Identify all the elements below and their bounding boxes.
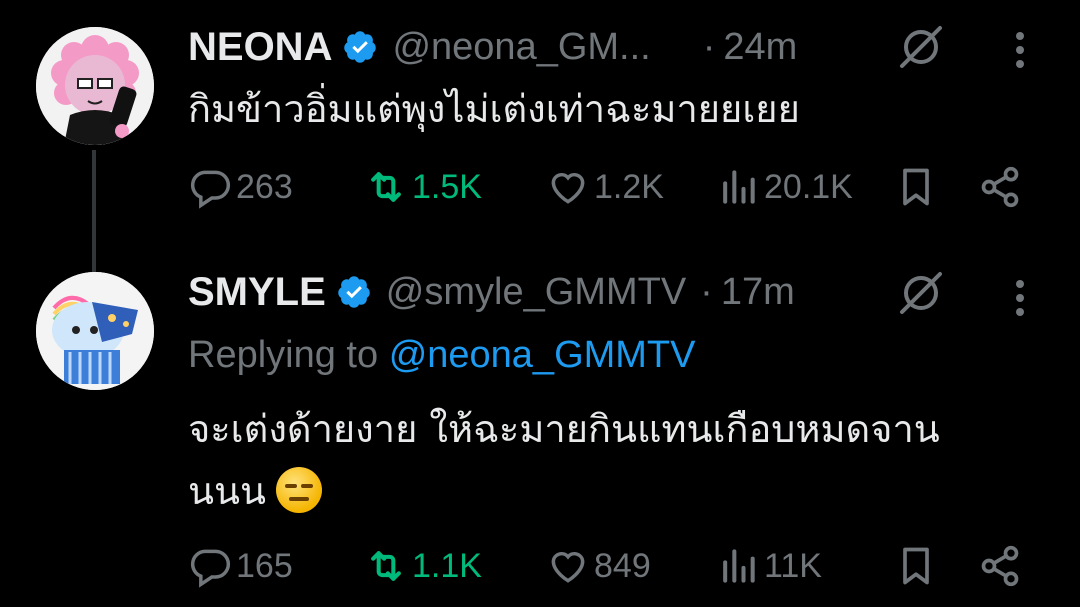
separator-dot: ·: [702, 25, 716, 68]
replying-to: Replying to @neona_GMMTV: [188, 334, 696, 377]
reply-icon: [190, 549, 231, 588]
reply-button[interactable]: 165: [188, 544, 293, 588]
tweet-text: กิมข้าวอิ่มแต่พุงไม่เต่งเท่าฉะมายยเยย: [188, 87, 800, 131]
grok-icon[interactable]: [896, 268, 946, 318]
more-icon[interactable]: [1010, 28, 1030, 72]
reply-icon: [190, 170, 231, 209]
bookmark-button[interactable]: [894, 544, 942, 588]
avatar-neona[interactable]: [36, 27, 154, 145]
verified-badge-icon: [344, 31, 377, 63]
tweet-smyle[interactable]: SMYLE @smyle_GMMTV · 17m Replying to @ne…: [0, 250, 1080, 607]
handle[interactable]: @neona_GM...: [392, 26, 650, 69]
avatar-smyle[interactable]: [36, 272, 154, 390]
bookmark-button[interactable]: [894, 165, 942, 209]
separator-dot: ·: [700, 270, 713, 313]
like-button[interactable]: 1.2K: [546, 165, 664, 209]
views-button[interactable]: 11K: [716, 544, 822, 588]
tweet-text-line1: จะเต่งด้ายงาย ให้ฉะมายกินแทนเกือบหมดจาน: [188, 407, 940, 451]
bookmark-icon: [903, 168, 929, 206]
like-button[interactable]: 849: [546, 544, 651, 588]
views-button[interactable]: 20.1K: [716, 165, 853, 209]
reply-count: 165: [236, 546, 293, 585]
tweet-text-line2: นนน: [188, 458, 322, 524]
tweet-text-line2-content: นนน: [188, 469, 266, 513]
like-icon: [551, 552, 585, 583]
more-icon[interactable]: [1010, 276, 1030, 320]
view-count: 20.1K: [764, 167, 853, 206]
reply-count: 263: [236, 167, 293, 206]
timestamp[interactable]: 24m: [723, 26, 797, 69]
view-count: 11K: [764, 546, 822, 585]
views-icon: [723, 170, 755, 204]
like-count: 849: [594, 546, 651, 585]
repost-button[interactable]: 1.5K: [364, 165, 482, 209]
timestamp[interactable]: 17m: [721, 271, 795, 314]
action-bar: 165 1.1K 849 11K: [188, 544, 1028, 594]
mention-link[interactable]: @neona_GMMTV: [389, 334, 696, 376]
share-icon: [981, 545, 1019, 587]
expressionless-face-emoji: [275, 466, 322, 513]
views-icon: [723, 549, 755, 583]
share-icon: [981, 166, 1019, 208]
bookmark-icon: [903, 547, 929, 585]
grok-icon[interactable]: [896, 22, 946, 72]
reply-button[interactable]: 263: [188, 165, 293, 209]
like-count: 1.2K: [594, 167, 664, 206]
share-button[interactable]: [978, 165, 1026, 209]
repost-icon: [371, 551, 401, 581]
repost-count: 1.1K: [412, 546, 482, 585]
repost-button[interactable]: 1.1K: [364, 544, 482, 588]
tweet-neona[interactable]: NEONA @neona_GM... · 24m กิมข้าวอิ่มแต่พ…: [0, 0, 1080, 250]
like-icon: [551, 173, 585, 204]
display-name[interactable]: SMYLE: [188, 270, 326, 315]
display-name[interactable]: NEONA: [188, 25, 332, 70]
replying-to-label: Replying to: [188, 334, 379, 376]
verified-badge-icon: [338, 276, 370, 308]
repost-count: 1.5K: [412, 167, 482, 206]
repost-icon: [371, 172, 401, 202]
action-bar: 263 1.5K 1.2K 20.1K: [188, 165, 1028, 215]
handle[interactable]: @smyle_GMMTV: [386, 271, 686, 314]
share-button[interactable]: [978, 544, 1026, 588]
